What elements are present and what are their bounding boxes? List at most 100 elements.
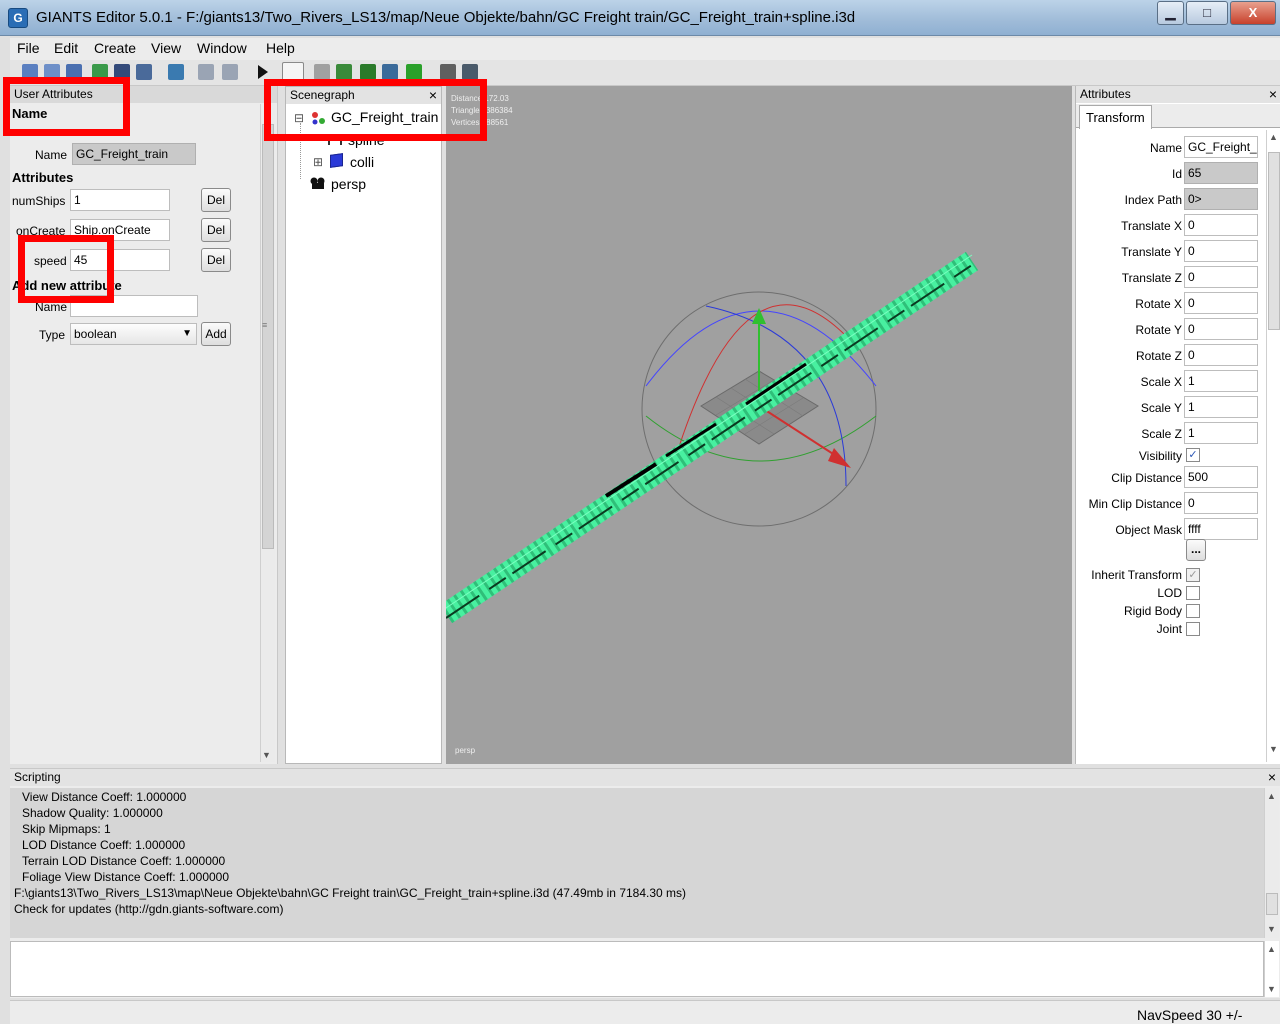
attr-label: Index Path: [1124, 193, 1182, 207]
option-checkbox[interactable]: [1186, 586, 1200, 600]
object-mask-button[interactable]: ...: [1186, 539, 1206, 561]
save-as-icon[interactable]: [136, 64, 152, 80]
physics-icon[interactable]: [440, 64, 456, 80]
attr-label: Clip Distance: [1111, 471, 1182, 485]
scroll-up-icon[interactable]: ▲: [1269, 132, 1278, 142]
scene-node-colli[interactable]: colli: [350, 154, 374, 170]
visibility-checkbox[interactable]: ✓: [1186, 448, 1200, 462]
tab-transform[interactable]: Transform: [1079, 105, 1152, 129]
menu-edit[interactable]: Edit: [54, 40, 78, 56]
terrain-sculpt-icon[interactable]: [336, 64, 352, 80]
undo-icon[interactable]: [198, 64, 214, 80]
attributes-title: Attributes: [1080, 87, 1131, 101]
attr-value-field[interactable]: 0: [1184, 318, 1258, 340]
option-checkbox[interactable]: [1186, 622, 1200, 636]
attr-value-field[interactable]: 0: [1184, 492, 1258, 514]
checkbox-label: Rigid Body: [1123, 604, 1182, 618]
log-scrollbar-thumb[interactable]: [1266, 893, 1278, 915]
attr-value-field[interactable]: 0: [1184, 292, 1258, 314]
attr-value-field[interactable]: 0>: [1184, 188, 1258, 210]
attr-value-field[interactable]: 500: [1184, 466, 1258, 488]
attr-value-field[interactable]: GC_Freight_: [1184, 136, 1258, 158]
attr-value-field[interactable]: 0: [1184, 240, 1258, 262]
checkbox-label: LOD: [1157, 586, 1182, 600]
option-checkbox[interactable]: [1186, 604, 1200, 618]
node-name-field: GC_Freight_train: [72, 143, 196, 165]
log-line: Foliage View Distance Coeff: 1.000000: [22, 870, 230, 884]
type-label: Type: [39, 328, 66, 342]
log-line: Terrain LOD Distance Coeff: 1.000000: [22, 854, 226, 868]
attr-value-field[interactable]: 65: [1184, 162, 1258, 184]
scroll-down-icon[interactable]: ▼: [262, 750, 271, 760]
attr-value-field[interactable]: 1: [1184, 370, 1258, 392]
attr-value-field[interactable]: 1: [1184, 422, 1258, 444]
highlight-scenegraph-root: [264, 79, 487, 141]
attr-label: Rotate X: [1135, 297, 1182, 311]
navspeed-status: NavSpeed 30 +/-: [1137, 1007, 1243, 1023]
attr-value-field[interactable]: 1: [1184, 396, 1258, 418]
3d-viewport[interactable]: Distance 172.03 Triangles 386384 Vertice…: [446, 86, 1072, 764]
user-attributes-scrollbar[interactable]: ▼: [260, 104, 275, 762]
attributes-scrollbar[interactable]: ▲ ▼: [1266, 130, 1280, 762]
attr-value-field[interactable]: 0: [1184, 344, 1258, 366]
attr-label: Translate Z: [1121, 271, 1182, 285]
attr-label: Visibility: [1138, 449, 1182, 463]
scripting-title: Scripting: [14, 770, 61, 784]
attr-value-field[interactable]: ffff: [1184, 518, 1258, 540]
log-line: View Distance Coeff: 1.000000: [22, 790, 187, 804]
log-line: Check for updates (http://gdn.giants-sof…: [14, 902, 284, 916]
maximize-button[interactable]: □: [1186, 1, 1228, 25]
option-checkbox[interactable]: ✓: [1186, 568, 1200, 582]
menu-window[interactable]: Window: [197, 40, 247, 56]
export-icon[interactable]: [168, 64, 184, 80]
user-attributes-panel: User Attributes Name Name GC_Freight_tra…: [10, 86, 278, 764]
magnet-icon[interactable]: [314, 64, 330, 80]
attr-numships-input[interactable]: 1: [70, 189, 170, 211]
scroll-down-icon[interactable]: ▼: [1269, 744, 1278, 754]
attr-value-field[interactable]: 0: [1184, 266, 1258, 288]
highlight-speed-attribute: [18, 235, 114, 303]
scroll-up-icon[interactable]: ▲: [1267, 944, 1276, 954]
menu-create[interactable]: Create: [94, 40, 136, 56]
scroll-up-icon[interactable]: ▲: [1267, 791, 1276, 801]
type-select[interactable]: boolean ▼: [70, 323, 197, 345]
attributes-close-icon[interactable]: ×: [1269, 86, 1277, 102]
attributes-heading: Attributes: [12, 170, 74, 185]
attributes-scrollbar-thumb[interactable]: [1268, 152, 1280, 330]
delete-numships-button[interactable]: Del: [201, 188, 231, 212]
attr-numships-label: numShips: [12, 194, 66, 208]
minimize-button[interactable]: ▁: [1157, 1, 1184, 25]
menu-help[interactable]: Help: [266, 40, 295, 56]
play-icon[interactable]: [258, 65, 268, 79]
delete-speed-button[interactable]: Del: [201, 248, 231, 272]
expand-icon[interactable]: ⊞: [313, 155, 323, 169]
scripting-close-icon[interactable]: ×: [1268, 769, 1276, 785]
grass-icon[interactable]: [406, 64, 422, 80]
log-line: Shadow Quality: 1.000000: [22, 806, 163, 820]
add-attribute-button[interactable]: Add: [201, 322, 231, 346]
scrollbar-thumb[interactable]: [262, 124, 274, 549]
input-scrollbar[interactable]: ▲ ▼: [1264, 941, 1279, 997]
attr-value-field[interactable]: 0: [1184, 214, 1258, 236]
menu-view[interactable]: View: [151, 40, 181, 56]
shape-cube-icon: [330, 153, 343, 168]
attr-label: Id: [1171, 167, 1182, 181]
delete-oncreate-button[interactable]: Del: [201, 218, 231, 242]
script-input[interactable]: [10, 941, 1264, 997]
close-window-button[interactable]: X: [1230, 1, 1276, 25]
panel-splitter-handle[interactable]: ≡: [262, 320, 272, 334]
debug-icon[interactable]: [462, 64, 478, 80]
attr-label: Rotate Z: [1135, 349, 1182, 363]
attr-label: Scale Y: [1140, 401, 1182, 415]
scene-node-persp[interactable]: persp: [331, 176, 366, 192]
scroll-down-icon[interactable]: ▼: [1267, 924, 1276, 934]
attributes-panel: Attributes × Transform Name GC_Freight_ Id…: [1075, 86, 1280, 764]
attr-label: Object Mask: [1115, 523, 1182, 537]
attr-label: Name: [1149, 141, 1182, 155]
scroll-down-icon[interactable]: ▼: [1267, 984, 1276, 994]
log-scrollbar[interactable]: ▲ ▼: [1264, 788, 1279, 938]
menu-file[interactable]: File: [17, 40, 40, 56]
foliage-icon[interactable]: [382, 64, 398, 80]
terrain-paint-icon[interactable]: [360, 64, 376, 80]
redo-icon[interactable]: [222, 64, 238, 80]
